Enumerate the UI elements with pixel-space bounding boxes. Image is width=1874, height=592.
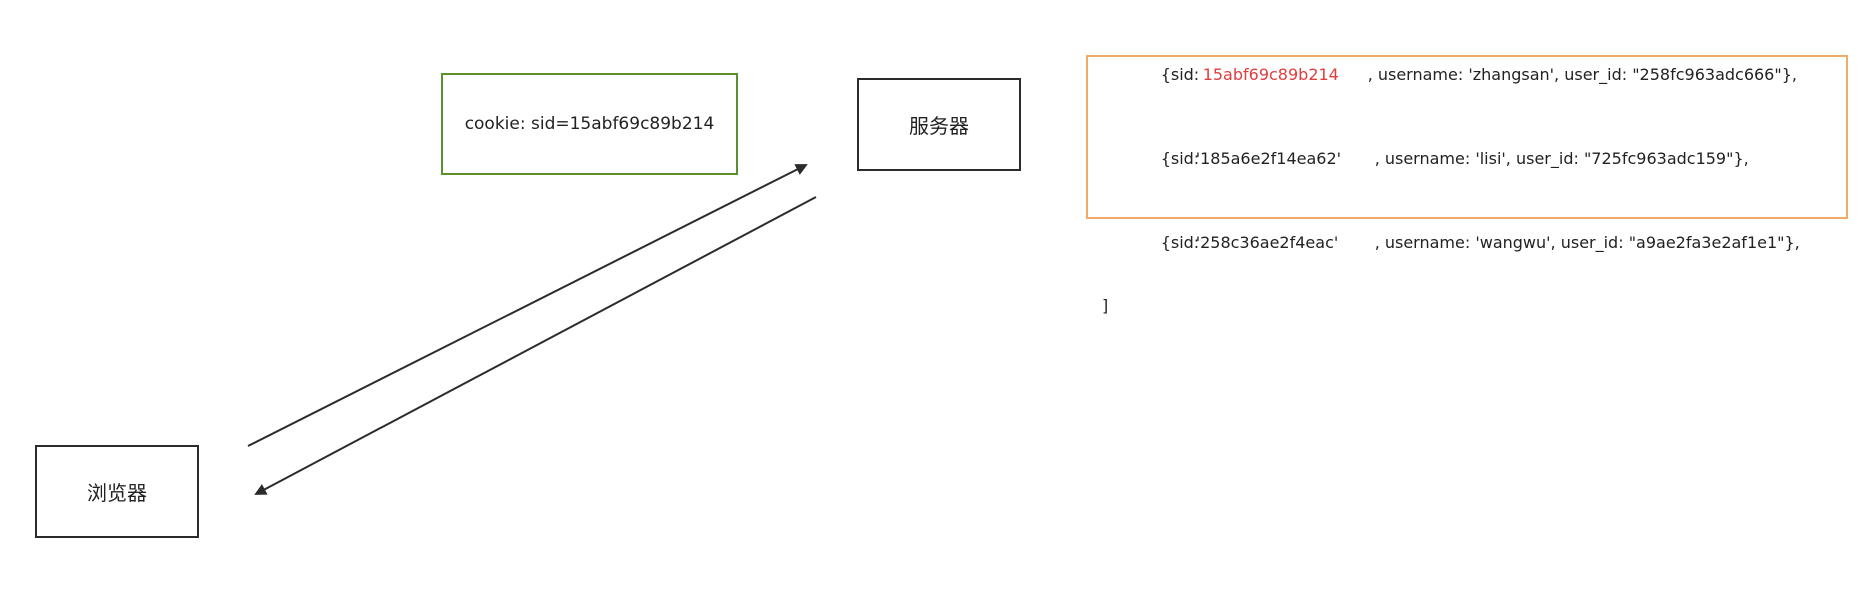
row-rest: , username: 'wangwu', user_id: "a9ae2fa3… <box>1374 232 1800 252</box>
request-arrow <box>247 164 808 447</box>
row-rest: , username: 'zhangsan', user_id: "258fc9… <box>1367 64 1797 84</box>
session-store-node: [ {sid: 15abf69c89b214, username: 'zhang… <box>1086 55 1848 315</box>
browser-label: 浏览器 <box>87 481 147 505</box>
browser-node: 浏览器 <box>35 445 199 538</box>
server-label: 服务器 <box>909 114 969 138</box>
response-arrow <box>254 196 817 495</box>
session-row: {sid: 15abf69c89b214 , username: 'zhangsa… <box>1102 43 1800 84</box>
sid-value: '185a6e2f14ea62' <box>1195 148 1342 168</box>
cookie-label: cookie: sid=15abf69c89b214 <box>464 114 715 134</box>
session-row: {sid: '258c36ae2f4eac', username: 'wangw… <box>1102 211 1800 252</box>
server-node: 服务器 <box>857 78 1021 171</box>
row-rest: , username: 'lisi', user_id: "725fc963ad… <box>1374 148 1749 168</box>
diagram-canvas: cookie: sid=15abf69c89b214 服务器 浏览器 [ {si… <box>0 0 1874 592</box>
session-store-code: [ {sid: 15abf69c89b214, username: 'zhang… <box>1102 0 1800 358</box>
session-row: {sid: '185a6e2f14ea62', username: 'lisi'… <box>1102 127 1800 168</box>
close-bracket: ] <box>1102 295 1109 315</box>
cookie-node: cookie: sid=15abf69c89b214 <box>441 73 738 175</box>
sid-value: '258c36ae2f4eac' <box>1195 232 1339 252</box>
sid-prefix: {sid: <box>1160 64 1205 84</box>
sid-value-highlighted: 15abf69c89b214 <box>1202 64 1339 84</box>
